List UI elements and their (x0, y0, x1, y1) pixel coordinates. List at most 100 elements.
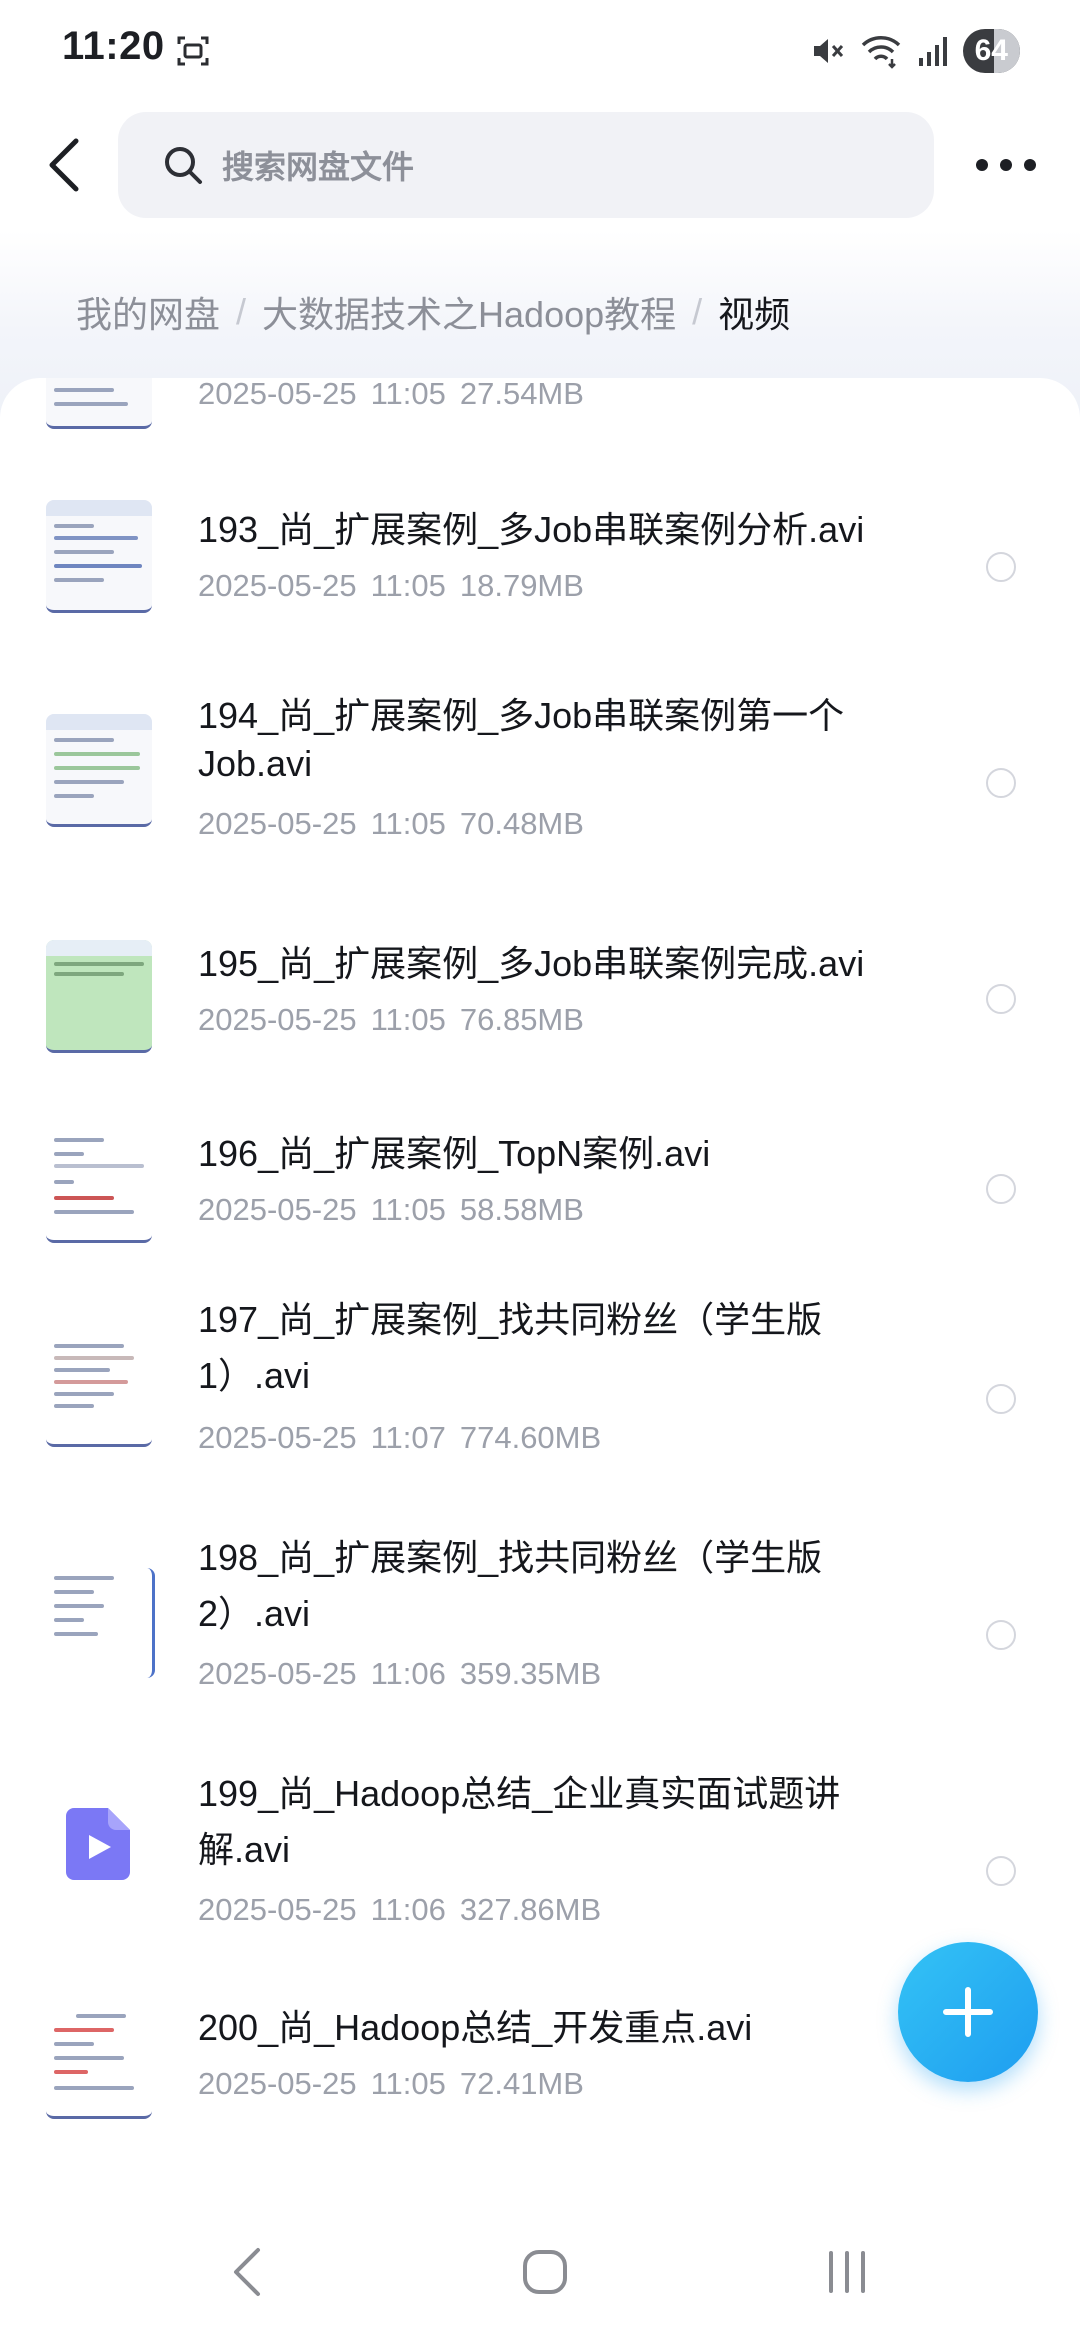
system-nav-bar (0, 2158, 1080, 2340)
nav-recents-button[interactable] (822, 2242, 872, 2302)
file-name-line: Job.avi (198, 743, 313, 784)
video-thumbnail (46, 714, 152, 827)
file-name: 196_尚_扩展案例_TopN案例.avi (198, 1133, 711, 1174)
screenshot-icon (177, 36, 209, 66)
select-radio[interactable] (986, 1174, 1016, 1204)
status-bar: 11:20 64 (0, 0, 1080, 100)
more-options-button[interactable] (976, 140, 1036, 190)
file-name-line: 197_尚_扩展案例_找共同粉丝（学生版 (198, 1299, 823, 1340)
file-size: 18.79MB (459, 568, 584, 603)
nav-recents-icon (829, 2251, 865, 2293)
select-radio[interactable] (986, 552, 1016, 582)
file-list[interactable]: 2025-05-25 11:05 27.54MB 193_尚_扩展案例_多Job串联… (0, 378, 1080, 2158)
breadcrumb-item-current: 视频 (718, 294, 791, 335)
file-name: 200_尚_Hadoop总结_开发重点.avi (198, 2007, 753, 2048)
file-meta: 2025-05-25 11:05 58.58MB (198, 1192, 598, 1228)
signal-icon (918, 37, 947, 66)
plus-icon (943, 1987, 993, 2037)
video-thumbnail (46, 500, 152, 613)
file-time: 11:05 (370, 806, 446, 841)
mute-icon (813, 39, 843, 63)
file-meta: 2025-05-25 11:07 774.60MB (198, 1420, 615, 1456)
file-name-line: 解.avi (198, 1829, 291, 1870)
video-thumbnail (46, 378, 152, 429)
file-size: 359.35MB (459, 1656, 602, 1691)
select-radio[interactable] (986, 1856, 1016, 1886)
nav-home-icon (523, 2250, 567, 2294)
list-item[interactable]: 2025-05-25 11:05 27.54MB (0, 378, 1080, 448)
list-item[interactable]: 198_尚_扩展案例_找共同粉丝（学生版 2）.avi 2025-05-25 11… (0, 1526, 1080, 1756)
status-time: 11:20 (62, 24, 165, 68)
video-thumbnail (46, 2006, 152, 2119)
file-date: 2025-05-25 (198, 1420, 357, 1455)
video-thumbnail (46, 940, 152, 1053)
breadcrumb-item-root[interactable]: 我的网盘 (76, 286, 220, 338)
video-thumbnail (46, 1130, 152, 1243)
file-meta: 2025-05-25 11:05 72.41MB (198, 2066, 598, 2102)
file-time: 11:05 (370, 2066, 446, 2101)
file-size: 70.48MB (459, 806, 584, 841)
file-name: 195_尚_扩展案例_多Job串联案例完成.avi (198, 943, 865, 984)
chevron-left-icon (49, 138, 79, 192)
wifi-icon (861, 36, 900, 69)
file-date: 2025-05-25 (198, 1892, 357, 1927)
file-time: 11:05 (370, 378, 446, 411)
breadcrumb-item-folder[interactable]: 大数据技术之Hadoop教程 (262, 286, 676, 338)
nav-back-icon (234, 2248, 260, 2296)
add-button[interactable] (898, 1942, 1038, 2082)
file-date: 2025-05-25 (198, 1656, 357, 1691)
file-time: 11:06 (370, 1892, 446, 1927)
battery-level: 64 (974, 34, 1008, 67)
video-thumbnail (46, 1334, 152, 1447)
file-name-line: 194_尚_扩展案例_多Job串联案例第一个 (198, 695, 845, 736)
search-icon (165, 147, 202, 184)
nav-back-button[interactable] (222, 2242, 272, 2302)
battery-indicator: 64 (962, 29, 1020, 73)
status-icons: 64 (809, 28, 1020, 74)
select-radio[interactable] (986, 768, 1016, 798)
select-radio[interactable] (986, 984, 1016, 1014)
file-name-line: 2）.avi (198, 1593, 311, 1634)
file-date: 2025-05-25 (198, 2066, 357, 2101)
file-name: 193_尚_扩展案例_多Job串联案例分析.avi (198, 509, 865, 550)
more-horizontal-icon (976, 159, 988, 171)
file-date: 2025-05-25 (198, 378, 357, 411)
video-thumbnail (46, 1568, 155, 1678)
nav-home-button[interactable] (520, 2242, 570, 2302)
file-meta: 2025-05-25 11:05 70.48MB (198, 806, 598, 842)
list-item[interactable]: 194_尚_扩展案例_多Job串联案例第一个 Job.avi 2025-05-2… (0, 678, 1080, 898)
breadcrumb: 我的网盘 / 大数据技术之Hadoop教程 / 视频 (76, 286, 790, 338)
file-date: 2025-05-25 (198, 1192, 357, 1227)
file-name-line: 1）.avi (198, 1355, 311, 1396)
file-name: 198_尚_扩展案例_找共同粉丝（学生版 2）.avi (198, 1530, 888, 1642)
breadcrumb-separator: / (236, 291, 247, 332)
file-size: 76.85MB (459, 1002, 584, 1037)
list-item[interactable]: 195_尚_扩展案例_多Job串联案例完成.avi 2025-05-25 11:0… (0, 910, 1080, 1090)
file-meta: 2025-05-25 11:06 327.86MB (198, 1892, 615, 1928)
list-item[interactable]: 197_尚_扩展案例_找共同粉丝（学生版 1）.avi 2025-05-25 11… (0, 1290, 1080, 1520)
breadcrumb-separator: / (692, 291, 703, 332)
back-button[interactable] (36, 130, 92, 200)
file-size: 58.58MB (459, 1192, 584, 1227)
file-date: 2025-05-25 (198, 568, 357, 603)
file-date: 2025-05-25 (198, 806, 357, 841)
file-time: 11:05 (370, 1002, 446, 1037)
file-name: 199_尚_Hadoop总结_企业真实面试题讲 解.avi (198, 1766, 888, 1878)
file-time: 11:05 (370, 568, 446, 603)
file-time: 11:05 (370, 1192, 446, 1227)
select-radio[interactable] (986, 1620, 1016, 1650)
file-time: 11:07 (370, 1420, 446, 1455)
file-date: 2025-05-25 (198, 1002, 357, 1037)
list-item[interactable]: 193_尚_扩展案例_多Job串联案例分析.avi 2025-05-25 11:0… (0, 478, 1080, 658)
select-radio[interactable] (986, 1384, 1016, 1414)
file-meta: 2025-05-25 11:05 76.85MB (198, 1002, 598, 1038)
search-input[interactable]: 搜索网盘文件 (118, 112, 934, 218)
file-name: 197_尚_扩展案例_找共同粉丝（学生版 1）.avi (198, 1292, 888, 1404)
list-item[interactable]: 199_尚_Hadoop总结_企业真实面试题讲 解.avi 2025-05-25… (0, 1762, 1080, 1992)
list-item[interactable]: 196_尚_扩展案例_TopN案例.avi 2025-05-25 11:05 58.… (0, 1100, 1080, 1280)
file-meta: 2025-05-25 11:06 359.35MB (198, 1656, 615, 1692)
file-meta: 2025-05-25 11:05 18.79MB (198, 568, 598, 604)
file-size: 327.86MB (459, 1892, 602, 1927)
file-size: 72.41MB (459, 2066, 584, 2101)
file-name-line: 199_尚_Hadoop总结_企业真实面试题讲 (198, 1773, 841, 1814)
